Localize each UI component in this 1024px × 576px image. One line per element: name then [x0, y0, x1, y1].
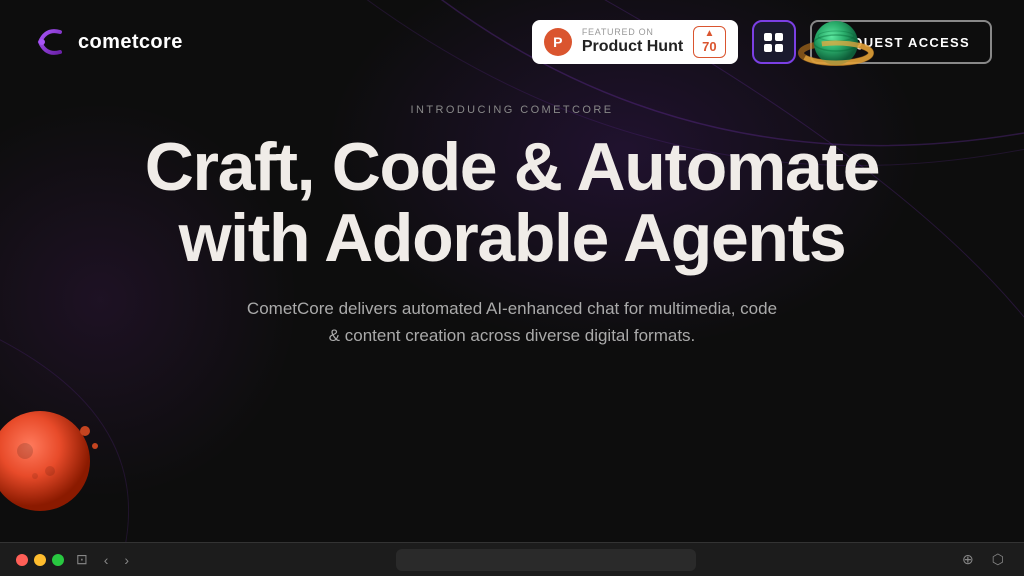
logo-area: cometcore — [32, 24, 183, 60]
taskbar-center — [133, 549, 958, 571]
nav-back-button[interactable]: ‹ — [100, 552, 113, 568]
taskbar-right: ⊕ ⬡ — [958, 551, 1008, 568]
hero-subtitle: CometCore delivers automated AI-enhanced… — [242, 295, 782, 349]
url-bar[interactable] — [396, 549, 696, 571]
main-content: cometcore P FEATURED ON Product Hunt ▲ 7… — [0, 0, 1024, 542]
ph-text-area: FEATURED ON Product Hunt — [582, 28, 683, 55]
product-hunt-badge[interactable]: P FEATURED ON Product Hunt ▲ 70 — [532, 20, 738, 64]
logo-text: cometcore — [78, 31, 183, 54]
hero-title: Craft, Code & Automate with Adorable Age… — [145, 132, 879, 275]
minimize-button-dot[interactable] — [34, 554, 46, 566]
dice-dot-1 — [764, 33, 772, 41]
ph-name: Product Hunt — [582, 38, 683, 56]
hero-title-line2: with Adorable Agents — [179, 200, 846, 276]
ph-logo-icon: P — [544, 28, 572, 56]
dice-dot-2 — [775, 33, 783, 41]
dice-grid-icon — [764, 33, 783, 52]
hero-title-line1: Craft, Code & Automate — [145, 129, 879, 205]
intro-label: INTRODUCING COMETCORE — [411, 104, 614, 116]
app-grid-button[interactable] — [752, 20, 796, 64]
nav-right: P FEATURED ON Product Hunt ▲ 70 — [532, 20, 992, 64]
cometcore-logo-icon — [32, 24, 68, 60]
maximize-button-dot[interactable] — [52, 554, 64, 566]
planet-left-decoration — [0, 391, 100, 516]
taskbar: ⊡ ‹ › ⊕ ⬡ — [0, 542, 1024, 576]
ph-featured-label: FEATURED ON — [582, 28, 683, 38]
planet-decoration — [796, 8, 876, 88]
window-tile-button[interactable]: ⊡ — [72, 551, 92, 568]
share-button[interactable]: ⬡ — [988, 551, 1008, 568]
ph-vote-count: 70 — [702, 39, 716, 55]
close-button-dot[interactable] — [16, 554, 28, 566]
ph-vote-arrow: ▲ — [704, 29, 714, 39]
traffic-lights — [16, 554, 64, 566]
hero-section: INTRODUCING COMETCORE Craft, Code & Auto… — [85, 104, 939, 349]
nav-forward-button[interactable]: › — [120, 552, 133, 568]
ph-vote-box: ▲ 70 — [693, 26, 725, 58]
taskbar-left: ⊡ ‹ › — [16, 551, 133, 568]
add-tab-button[interactable]: ⊕ — [958, 551, 978, 568]
dice-dot-3 — [764, 44, 772, 52]
dice-dot-4 — [775, 44, 783, 52]
